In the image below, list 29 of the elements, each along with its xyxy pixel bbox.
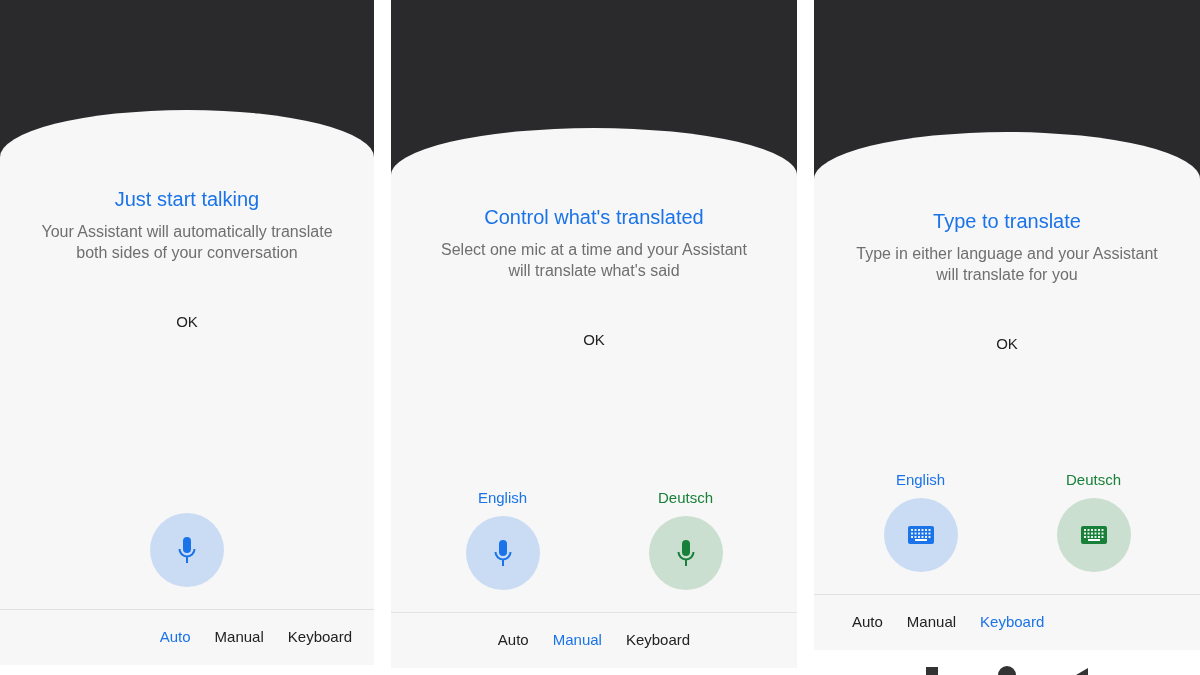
dialog-title: Just start talking [114,188,260,211]
mode-tab[interactable]: Auto [497,631,529,648]
mode-tab[interactable]: Auto [159,628,191,645]
dialog-title: Control what's translated [484,206,704,229]
mode-tab[interactable]: Keyboard [980,613,1045,630]
microphone-icon [493,540,512,566]
language-label: English [477,489,528,506]
mode-tab[interactable]: Keyboard [287,628,352,645]
ok-button[interactable]: OK [988,331,1026,356]
dialog-title: Type to translate [933,210,1081,233]
microphone-icon [178,537,196,563]
language-label: English [895,471,946,488]
dialog-text: Your Assistant will automatically translate both sides of your conversation [40,222,334,263]
mode-tab[interactable]: Auto [852,613,883,630]
language-label: Deutsch [1066,471,1121,488]
back-icon[interactable] [1076,668,1088,675]
mode-tab[interactable]: Manual [214,628,264,645]
mode-tab[interactable]: Manual [906,613,957,630]
keyboard-icon [907,526,934,544]
dialog-text: Type in either language and your Assistant will translate for you [855,244,1159,285]
mode-tab[interactable]: Keyboard [625,631,691,648]
home-icon[interactable] [998,666,1016,675]
language-label: Deutsch [658,489,713,506]
ok-button[interactable]: OK [575,327,613,352]
keyboard-icon [1080,526,1107,544]
dialog-text: Select one mic at a time and your Assistant will translate what's said [440,240,748,281]
mode-tab[interactable]: Manual [552,631,602,648]
ok-button[interactable]: OK [168,309,206,334]
microphone-icon [676,540,695,566]
